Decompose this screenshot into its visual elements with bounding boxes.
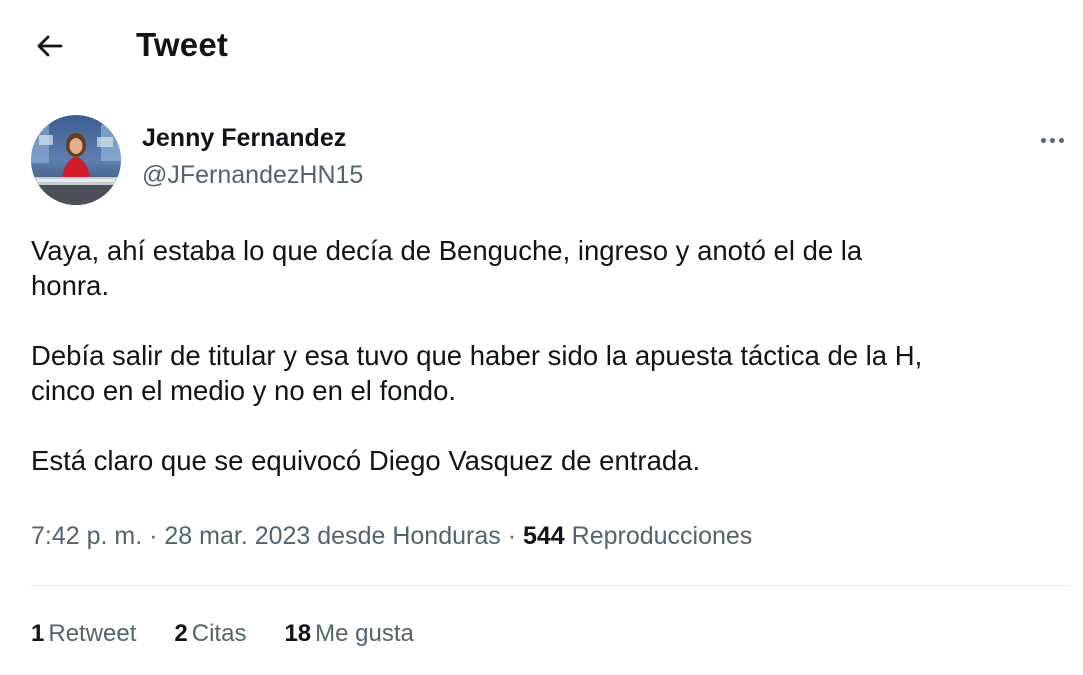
tweet-page: Tweet Jenny Fernandez @JFernandezHN15 Va… xyxy=(0,0,1083,675)
likes-count: 18 xyxy=(284,620,312,647)
tweet-line: Está claro que se equivocó Diego Vasquez… xyxy=(31,445,701,476)
divider xyxy=(31,585,1071,586)
retweets-count: 1 xyxy=(31,620,45,647)
views-label: Reproducciones xyxy=(571,522,753,550)
views-count: 544 xyxy=(522,522,565,550)
tweet-text: Vaya, ahí estaba lo que decía de Benguch… xyxy=(31,233,1071,478)
quotes-count: 2 xyxy=(174,620,188,647)
arrow-left-icon xyxy=(37,35,63,57)
tweet-stats: 1 Retweet 2 Citas 18 Me gusta xyxy=(31,620,414,648)
tweet-line: honra. xyxy=(31,270,109,301)
avatar[interactable] xyxy=(31,115,121,205)
location-prefix: desde xyxy=(310,522,393,550)
quotes-label: Citas xyxy=(191,620,247,647)
tweet-line: Vaya, ahí estaba lo que decía de Benguch… xyxy=(31,235,863,266)
more-horizontal-icon-dot xyxy=(1058,137,1064,143)
tweet-line: Debía salir de titular y esa tuvo que ha… xyxy=(31,340,923,371)
author-handle[interactable]: @JFernandezHN15 xyxy=(142,161,363,190)
tweet-date[interactable]: 28 mar. 2023 xyxy=(164,522,310,550)
tweet-location: Honduras xyxy=(392,522,501,550)
quotes-stat[interactable]: 2 Citas xyxy=(174,620,246,648)
separator: · xyxy=(142,522,165,550)
likes-stat[interactable]: 18 Me gusta xyxy=(284,620,413,648)
retweets-label: Retweet xyxy=(48,620,137,647)
page-title: Tweet xyxy=(136,26,229,63)
tweet-line: cinco en el medio y no en el fondo. xyxy=(31,375,457,406)
separator: · xyxy=(500,522,523,550)
more-horizontal-icon-dot xyxy=(1049,137,1055,143)
retweets-stat[interactable]: 1 Retweet xyxy=(31,620,136,648)
avatar-image xyxy=(31,115,121,205)
author-name[interactable]: Jenny Fernandez xyxy=(142,124,346,153)
more-horizontal-icon xyxy=(1040,137,1046,143)
tweet-meta: 7:42 p. m. · 28 mar. 2023 desde Honduras… xyxy=(31,522,752,551)
tweet-time[interactable]: 7:42 p. m. xyxy=(31,522,142,550)
more-options-button[interactable] xyxy=(1032,128,1072,152)
likes-label: Me gusta xyxy=(315,620,414,647)
back-button[interactable] xyxy=(30,28,70,64)
